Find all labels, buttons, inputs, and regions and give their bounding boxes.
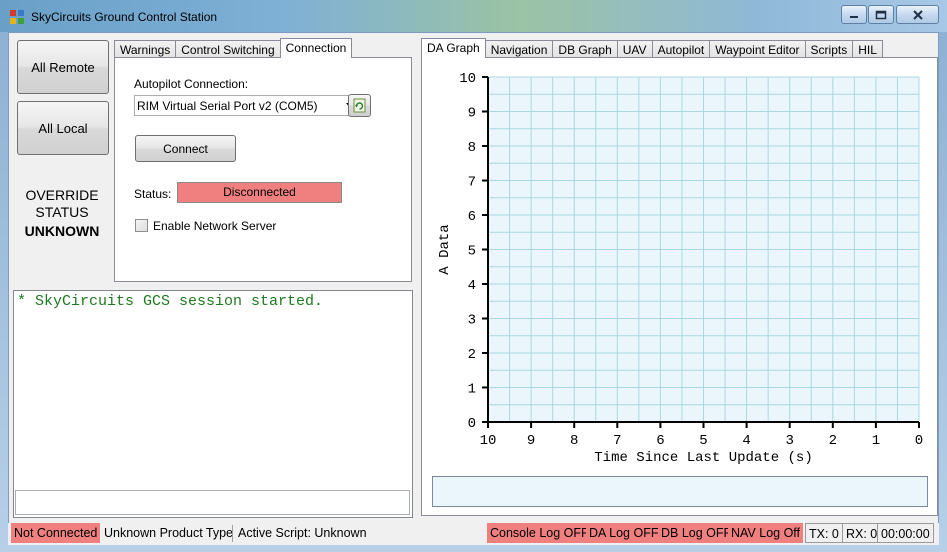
tab-label: Control Switching bbox=[181, 43, 275, 57]
status-rx-count: RX: 0 bbox=[842, 523, 882, 543]
connection-panel: Autopilot Connection: RIM Virtual Serial… bbox=[114, 57, 412, 282]
tab-waypoint-editor[interactable]: Waypoint Editor bbox=[709, 40, 806, 58]
y-tick-label: 5 bbox=[468, 244, 476, 260]
y-tick-label: 1 bbox=[468, 382, 476, 398]
tab-label: UAV bbox=[622, 43, 647, 57]
tab-label: Connection bbox=[285, 41, 347, 55]
tab-label: Navigation bbox=[490, 43, 548, 57]
title-bar[interactable]: SkyCircuits Ground Control Station bbox=[0, 0, 947, 32]
tab-label: DA Graph bbox=[427, 41, 480, 55]
x-axis-label: Time Since Last Update (s) bbox=[594, 450, 812, 466]
override-label-line2: STATUS bbox=[35, 204, 89, 220]
x-tick-label: 4 bbox=[742, 433, 750, 449]
graph-input[interactable] bbox=[432, 476, 928, 507]
x-tick-label: 2 bbox=[829, 433, 837, 449]
app-icon bbox=[10, 10, 24, 24]
refresh-icon bbox=[353, 98, 366, 113]
x-tick-label: 9 bbox=[527, 433, 535, 449]
all-remote-label: All Remote bbox=[31, 59, 95, 75]
x-tick-label: 0 bbox=[915, 433, 923, 449]
connection-status-value: Disconnected bbox=[177, 182, 342, 203]
tab-db-graph[interactable]: DB Graph bbox=[552, 40, 618, 58]
da-log-toggle[interactable]: DA Log OFF bbox=[586, 523, 662, 543]
y-tick-label: 10 bbox=[459, 71, 476, 87]
x-tick-label: 5 bbox=[699, 433, 707, 449]
y-tick-label: 4 bbox=[468, 278, 476, 294]
close-button[interactable] bbox=[896, 5, 939, 24]
tab-hil[interactable]: HIL bbox=[852, 40, 883, 58]
connect-button-label: Connect bbox=[163, 141, 208, 156]
all-local-label: All Local bbox=[38, 120, 88, 136]
y-tick-label: 7 bbox=[468, 175, 476, 191]
override-status-value: UNKNOWN bbox=[24, 223, 100, 239]
status-separator bbox=[232, 525, 233, 542]
status-label: Status: bbox=[134, 187, 172, 201]
status-timer: 00:00:00 bbox=[877, 523, 934, 543]
da-graph-panel: 0 1 2 3 4 5 6 7 8 9 10 10 9 8 7 6 5 4 3 2 1 0 Time Since Last … bbox=[421, 57, 938, 516]
close-icon bbox=[912, 9, 923, 20]
y-axis-label: A Data bbox=[437, 224, 453, 274]
db-log-toggle[interactable]: DB Log OFF bbox=[658, 523, 735, 543]
network-server-label: Enable Network Server bbox=[153, 219, 277, 233]
override-status: OVERRIDE STATUS UNKNOWN bbox=[14, 187, 110, 240]
y-tick-label: 9 bbox=[468, 106, 476, 122]
x-tick-label: 1 bbox=[872, 433, 880, 449]
y-tick-label: 2 bbox=[468, 347, 476, 363]
y-tick-label: 6 bbox=[468, 209, 476, 225]
right-tabstrip: DA Graph Navigation DB Graph UAV Autopil… bbox=[421, 37, 883, 58]
tab-label: Warnings bbox=[120, 43, 171, 57]
override-label-line1: OVERRIDE bbox=[25, 187, 99, 203]
window-title: SkyCircuits Ground Control Station bbox=[31, 10, 218, 24]
y-tick-label: 0 bbox=[468, 416, 476, 432]
console-log-text: * SkyCircuits GCS session started. bbox=[17, 293, 324, 310]
connect-button[interactable]: Connect bbox=[135, 135, 236, 162]
left-tabstrip: Warnings Control Switching Connection bbox=[114, 37, 353, 58]
minimize-icon bbox=[850, 15, 858, 18]
tab-label: Autopilot bbox=[657, 43, 705, 57]
port-select[interactable]: RIM Virtual Serial Port v2 (COM5) bbox=[134, 95, 357, 116]
tab-uav[interactable]: UAV bbox=[616, 40, 653, 58]
tab-da-graph[interactable]: DA Graph bbox=[421, 38, 486, 58]
console-input[interactable] bbox=[15, 490, 410, 515]
x-tick-label: 6 bbox=[656, 433, 664, 449]
maximize-icon bbox=[875, 10, 887, 19]
tab-label: DB Graph bbox=[558, 43, 612, 57]
status-product-type: Unknown Product Type bbox=[104, 526, 234, 540]
refresh-ports-button[interactable] bbox=[348, 94, 371, 117]
status-active-script: Active Script: Unknown bbox=[238, 526, 367, 540]
x-tick-label: 8 bbox=[570, 433, 578, 449]
x-tick-label: 10 bbox=[480, 433, 497, 449]
autopilot-connection-label: Autopilot Connection: bbox=[134, 77, 249, 91]
nav-log-toggle[interactable]: NAV Log Off bbox=[728, 523, 804, 543]
x-tick-label: 3 bbox=[785, 433, 793, 449]
console-log-toggle[interactable]: Console Log OFF bbox=[487, 523, 592, 543]
tab-label: Waypoint Editor bbox=[715, 43, 800, 57]
minimize-button[interactable] bbox=[841, 5, 867, 24]
y-tick-label: 3 bbox=[468, 313, 476, 329]
tab-warnings[interactable]: Warnings bbox=[114, 40, 177, 58]
y-tick-label: 8 bbox=[468, 140, 476, 156]
tab-scripts[interactable]: Scripts bbox=[804, 40, 854, 58]
port-select-value: RIM Virtual Serial Port v2 (COM5) bbox=[137, 99, 318, 113]
all-local-button[interactable]: All Local bbox=[17, 101, 109, 155]
status-connection: Not Connected bbox=[11, 523, 101, 543]
tab-label: Scripts bbox=[810, 43, 848, 57]
status-tx-count: TX: 0 bbox=[805, 523, 843, 543]
tab-connection[interactable]: Connection bbox=[279, 38, 353, 58]
all-remote-button[interactable]: All Remote bbox=[17, 40, 109, 94]
status-bar: Not Connected Unknown Product Type Activ… bbox=[8, 523, 939, 545]
network-server-checkbox[interactable] bbox=[135, 219, 148, 232]
da-graph-chart[interactable]: 01234567891010 9 8 7 6 5 4 3 2 1 0Time Since Last … bbox=[422, 58, 937, 468]
console-log[interactable]: * SkyCircuits GCS session started. bbox=[13, 290, 413, 518]
tab-autopilot[interactable]: Autopilot bbox=[651, 40, 711, 58]
tab-control-switching[interactable]: Control Switching bbox=[175, 40, 281, 58]
maximize-button[interactable] bbox=[868, 5, 894, 24]
x-tick-label: 7 bbox=[613, 433, 621, 449]
tab-navigation[interactable]: Navigation bbox=[484, 40, 554, 58]
tab-label: HIL bbox=[858, 43, 877, 57]
